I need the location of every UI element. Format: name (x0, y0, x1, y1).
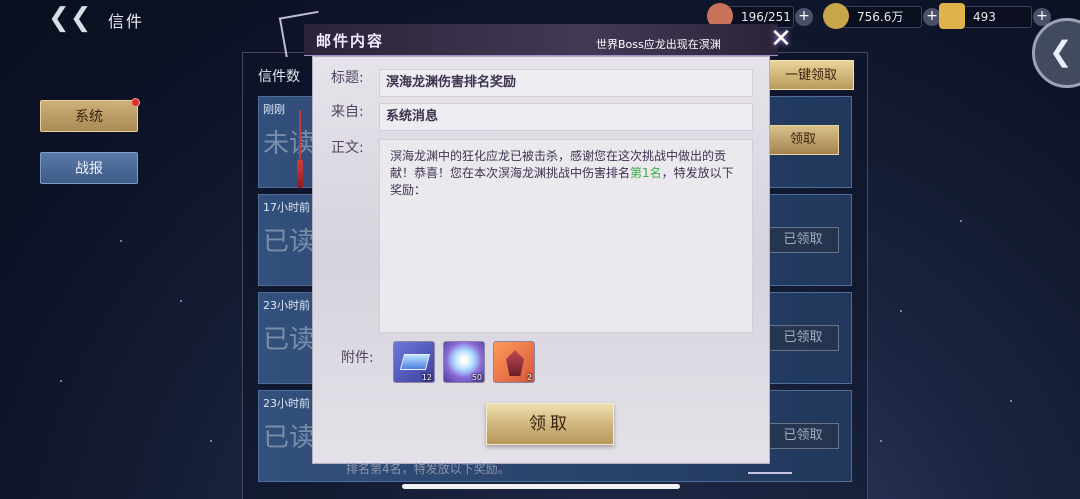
from-label: 来自: (331, 104, 364, 120)
mail-content-dialog: 邮件内容 世界Boss应龙出现在溟渊 ✕ 标题: 溟海龙渊伤害排名奖励 来自: … (278, 10, 792, 474)
attachments-label: 附件: (341, 350, 374, 366)
tab-system-label: 系统 (75, 109, 103, 125)
notification-dot (131, 98, 140, 107)
tab-battle-label: 战报 (75, 161, 103, 177)
resource-gold-value: 493 (973, 10, 996, 24)
coin-icon (823, 3, 849, 29)
mail-time: 23小时前 (263, 299, 310, 312)
close-button[interactable]: ✕ (764, 24, 798, 56)
close-icon: ✕ (770, 24, 792, 54)
dialog-title: 邮件内容 (316, 32, 385, 50)
rank-highlight: 第1名 (630, 166, 662, 180)
subject-field: 溟海龙渊伤害排名奖励 (379, 69, 753, 97)
chevron-left-icon: ❮ (1049, 35, 1073, 68)
red-gem-icon (506, 350, 524, 376)
tab-battle-report[interactable]: 战报 (40, 152, 138, 184)
attachment-rainbow-orb[interactable]: 50 (443, 341, 485, 383)
attachment-count: 2 (526, 373, 532, 382)
page-title: 信件 (108, 12, 145, 31)
attachment-blue-crystal-box[interactable]: 12 (393, 341, 435, 383)
mail-time: 刚刚 (263, 103, 285, 116)
dialog-body: 标题: 溟海龙渊伤害排名奖励 来自: 系统消息 正文: 溟海龙渊中的狂化应龙已被… (312, 56, 770, 464)
body-label: 正文: (331, 140, 364, 156)
resource-coin: 756.6万 + (823, 3, 941, 29)
resource-gold: 493 + (939, 3, 1051, 29)
mail-count-label: 信件数 (258, 69, 300, 85)
attachment-red-gem[interactable]: 2 (493, 341, 535, 383)
back-arrow-icon: ❮❮ (48, 3, 92, 33)
attachment-count: 12 (421, 373, 432, 382)
gold-ingot-icon (939, 3, 965, 29)
resource-peach-value: 196/251 (741, 10, 791, 24)
broadcast-ticker: 世界Boss应龙出现在溟渊 (596, 38, 721, 51)
corner-ornament (748, 456, 792, 474)
obscured-mail-text: 排名第4名，特发放以下奖励。 (346, 462, 510, 476)
tab-system[interactable]: 系统 (40, 98, 140, 132)
from-field: 系统消息 (379, 103, 753, 131)
subject-label: 标题: (331, 70, 364, 86)
mail-body-text: 溟海龙渊中的狂化应龙已被击杀，感谢您在这次挑战中做出的贡献！恭喜！您在本次溟海龙… (379, 139, 753, 333)
corner-ornament (278, 10, 326, 58)
crystal-box-icon (399, 354, 431, 370)
mail-time: 23小时前 (263, 397, 310, 410)
resource-coin-value: 756.6万 (857, 10, 904, 24)
home-indicator[interactable] (402, 484, 680, 489)
claim-button[interactable]: 领取 (486, 403, 614, 445)
claim-all-button[interactable]: 一键领取 (768, 60, 854, 90)
attachment-count: 50 (471, 373, 482, 382)
dialog-header: 邮件内容 世界Boss应龙出现在溟渊 (304, 24, 778, 56)
mail-time: 17小时前 (263, 201, 310, 214)
tassel-decoration (297, 110, 303, 190)
back-button[interactable]: ❮❮ (48, 4, 92, 34)
